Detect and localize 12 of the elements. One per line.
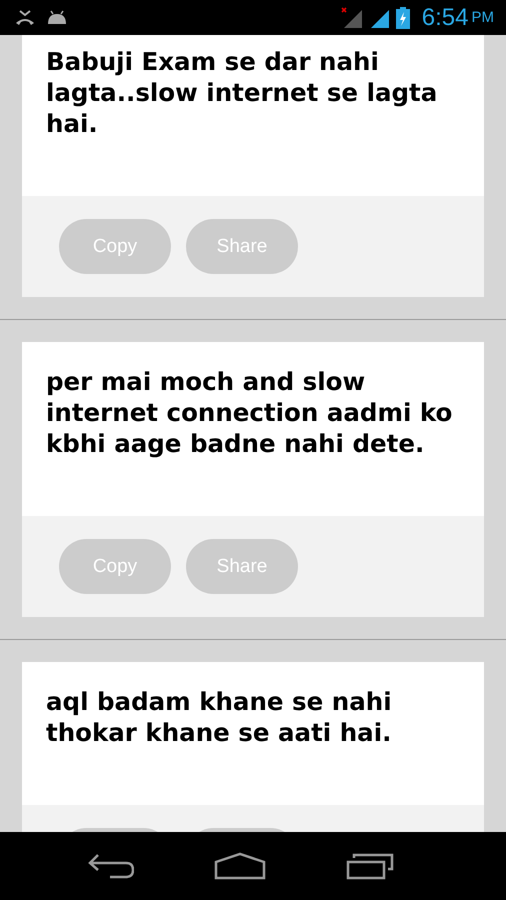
android-icon — [46, 10, 68, 26]
battery-charging-icon — [396, 6, 410, 28]
no-signal-icon — [340, 6, 364, 28]
clock-time: 6:54 — [422, 4, 468, 32]
recent-apps-icon[interactable] — [346, 852, 394, 880]
home-icon[interactable] — [214, 852, 266, 880]
clock-meridiem: PM — [472, 8, 494, 28]
quote-text: per mai moch and slow internet connection aadmi ko kbhi aage badne nahi dete. — [45, 366, 454, 460]
quote-text: aql badam khane se nahi thokar khane se aati hai. — [45, 686, 393, 749]
back-icon[interactable] — [88, 852, 134, 880]
missed-call-icon — [14, 10, 36, 26]
quote-text: Babuji Exam se dar nahi lagta..slow internet se lagta hai. — [45, 46, 438, 140]
